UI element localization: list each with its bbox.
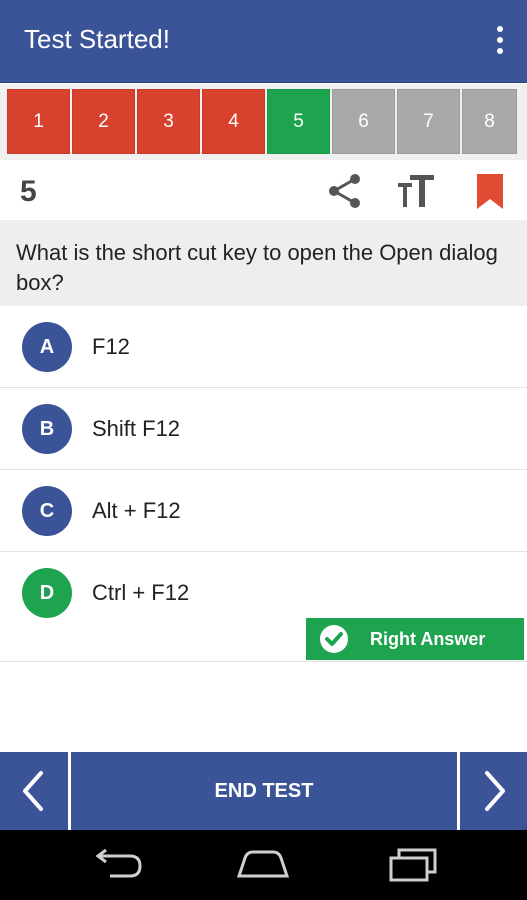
- question-nav-item-1[interactable]: 1: [7, 89, 70, 154]
- end-test-button[interactable]: END TEST: [71, 752, 457, 830]
- chevron-left-icon: [23, 771, 43, 811]
- bookmark-icon[interactable]: [470, 171, 510, 211]
- bottom-bar: END TEST: [0, 752, 527, 830]
- question-nav-item-2[interactable]: 2: [72, 89, 135, 154]
- question-number: 5: [20, 175, 37, 208]
- answer-option-b[interactable]: B Shift F12: [0, 388, 527, 470]
- option-letter-badge: B: [22, 404, 72, 454]
- end-test-label: END TEST: [214, 779, 314, 802]
- check-circle-icon: [320, 625, 348, 653]
- option-text: Ctrl + F12: [92, 580, 190, 605]
- text-size-icon[interactable]: [396, 171, 436, 211]
- previous-question-button[interactable]: [0, 752, 68, 830]
- question-panel: What is the short cut key to open the Op…: [0, 220, 527, 306]
- next-question-button[interactable]: [460, 752, 527, 830]
- back-icon[interactable]: [88, 846, 148, 882]
- question-toolbar: 5: [0, 161, 527, 219]
- overflow-menu-icon[interactable]: [495, 26, 505, 58]
- system-navigation-bar: [0, 830, 527, 900]
- home-icon[interactable]: [233, 846, 293, 882]
- question-nav-item-6[interactable]: 6: [332, 89, 395, 154]
- question-nav-item-5[interactable]: 5: [267, 89, 330, 154]
- option-letter-badge: D: [22, 568, 72, 618]
- option-letter-badge: A: [22, 322, 72, 372]
- share-icon[interactable]: [325, 171, 365, 211]
- option-letter-badge: C: [22, 486, 72, 536]
- option-text: Shift F12: [92, 416, 181, 441]
- app-bar: Test Started!: [0, 0, 527, 83]
- question-nav-item-4[interactable]: 4: [202, 89, 265, 154]
- question-nav-item-3[interactable]: 3: [137, 89, 200, 154]
- option-text: F12: [92, 334, 130, 359]
- option-text: Alt + F12: [92, 498, 181, 523]
- question-nav-item-8[interactable]: 8: [462, 89, 517, 154]
- question-nav-item-7[interactable]: 7: [397, 89, 460, 154]
- right-answer-badge: Right Answer: [306, 618, 524, 660]
- page-title: Test Started!: [24, 24, 170, 54]
- right-answer-label: Right Answer: [370, 628, 486, 649]
- chevron-right-icon: [484, 771, 505, 811]
- answer-option-c[interactable]: C Alt + F12: [0, 470, 527, 552]
- question-navigator: 1 2 3 4 5 6 7 8: [0, 84, 527, 160]
- question-text: What is the short cut key to open the Op…: [16, 240, 498, 295]
- answer-option-a[interactable]: A F12: [0, 306, 527, 388]
- recent-apps-icon[interactable]: [383, 846, 443, 882]
